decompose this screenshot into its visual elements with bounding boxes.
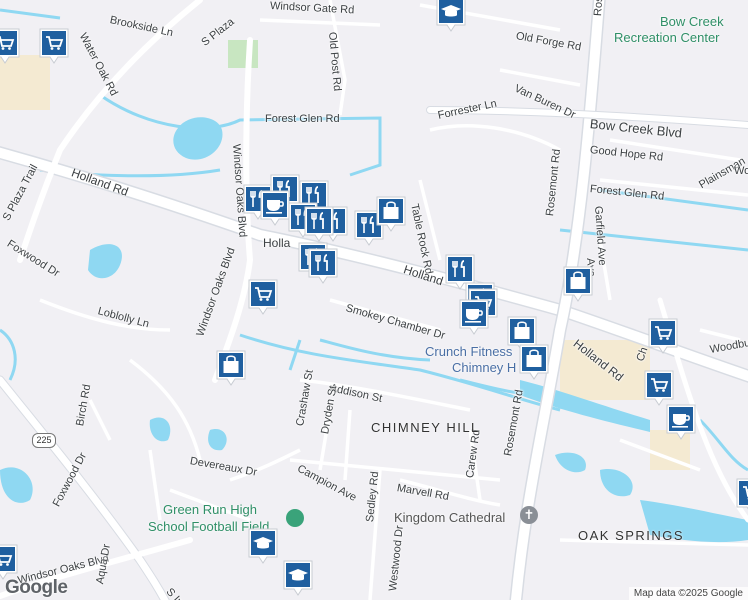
shopping-cart-icon[interactable] [246, 277, 280, 319]
marker-pin [376, 196, 406, 232]
shopping-bag-icon[interactable] [214, 348, 248, 390]
marker-pin [39, 28, 69, 64]
park-icon[interactable] [286, 509, 304, 527]
marker-pin [283, 560, 313, 596]
shopping-cart-icon[interactable] [37, 26, 71, 68]
map-canvas[interactable]: Water Oak Rd Brookside Ln S Plaza Windso… [0, 0, 748, 600]
street-label: Forest Glen Rd [265, 113, 340, 125]
poi-label-recreation-center[interactable]: Recreation Center [614, 30, 720, 45]
shopping-bag-icon[interactable] [561, 264, 595, 306]
shopping-bag-icon[interactable] [517, 342, 551, 384]
marker-pin [308, 248, 338, 284]
marker-pin [563, 266, 593, 302]
marker-pin [216, 350, 246, 386]
poi-label-chimney-hill-shopping[interactable]: Chimney H [452, 360, 516, 375]
shopping-bag-icon[interactable] [374, 194, 408, 236]
coffee-cup-icon[interactable] [664, 402, 698, 444]
google-logo: Google [5, 577, 68, 598]
restaurant-icon[interactable] [306, 246, 340, 288]
marker-pin [459, 299, 489, 335]
marker-pin [648, 318, 678, 354]
shopping-cart-icon[interactable] [0, 26, 22, 68]
school-cap-icon[interactable] [434, 0, 468, 36]
shopping-cart-icon[interactable] [646, 316, 680, 358]
poi-label-green-run-high[interactable]: Green Run High [163, 502, 257, 517]
poi-label-kingdom-cathedral[interactable]: Kingdom Cathedral [394, 510, 505, 525]
area-label-chimney-hill: CHIMNEY HILL [371, 420, 480, 435]
route-shield-icon: 225 [32, 433, 56, 448]
shopping-cart-icon[interactable] [734, 476, 748, 518]
area-label-oak-springs: OAK SPRINGS [578, 528, 685, 543]
marker-pin [248, 279, 278, 315]
church-icon[interactable]: ✝ [520, 506, 538, 524]
marker-pin [0, 28, 20, 64]
school-cap-icon[interactable] [281, 558, 315, 600]
marker-pin [436, 0, 466, 32]
school-cap-icon[interactable] [246, 526, 280, 568]
coffee-cup-icon[interactable] [457, 297, 491, 339]
poi-label-bow-creek[interactable]: Bow Creek [660, 14, 724, 29]
marker-pin [519, 344, 549, 380]
marker-pin [736, 478, 748, 510]
marker-pin [248, 528, 278, 564]
marker-pin [666, 404, 696, 440]
map-attribution[interactable]: Map data ©2025 Google [628, 587, 748, 600]
poi-label-crunch-fitness[interactable]: Crunch Fitness [425, 344, 512, 359]
street-label: Wo [734, 165, 748, 177]
